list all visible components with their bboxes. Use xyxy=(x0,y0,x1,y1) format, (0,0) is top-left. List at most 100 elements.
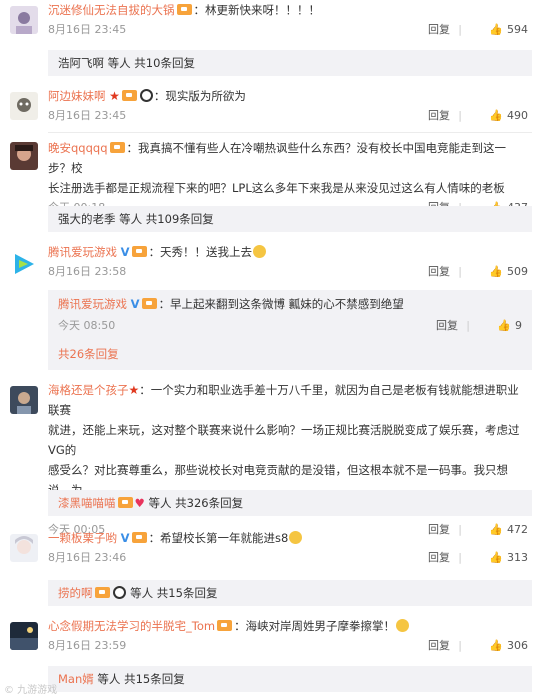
avatar[interactable] xyxy=(10,6,38,34)
vip-icon xyxy=(121,90,137,101)
emoji-icon xyxy=(253,245,267,258)
avatar[interactable] xyxy=(10,386,38,414)
reply-summary-box: Man婿 等人 共15条回复 xyxy=(48,666,532,692)
star-icon: ★ xyxy=(109,89,120,103)
vip-icon xyxy=(109,142,125,153)
meta-divider: | xyxy=(458,551,462,564)
avatar[interactable] xyxy=(10,250,38,278)
like-count: 9 xyxy=(515,319,522,332)
vip-icon xyxy=(131,246,147,257)
panda-icon xyxy=(112,586,126,599)
vip-icon xyxy=(94,587,110,598)
vip-icon xyxy=(131,532,147,543)
like-button[interactable]: 👍 490 xyxy=(489,106,528,126)
comment-username[interactable]: 一颗板栗子哟 xyxy=(48,531,117,545)
watermark: © 九游游戏 xyxy=(4,685,58,696)
reply-summary[interactable]: Man婿 等人 共15条回复 xyxy=(58,669,522,689)
reply-button[interactable]: 回复 xyxy=(428,106,450,126)
comment-meta: 8月16日 23:59 回复 | 👍 306 xyxy=(48,636,528,656)
panda-icon xyxy=(139,89,153,102)
like-button[interactable]: 👍 9 xyxy=(497,316,522,336)
verified-icon: V xyxy=(120,245,130,259)
like-count: 306 xyxy=(507,639,528,652)
reply-summary[interactable]: 强大的老季 等人 共109条回复 xyxy=(58,209,522,229)
reply-button[interactable]: 回复 xyxy=(428,548,450,568)
thumb-up-icon: 👍 xyxy=(489,109,503,122)
reply-summary[interactable]: 漆黑喵喵喵 ♥ 等人 共326条回复 xyxy=(58,493,522,513)
avatar[interactable] xyxy=(10,142,38,170)
comment-text-line: 就进，还能上来玩，这对整个联赛来说什么影响？一场正规比赛活脱脱变成了娱乐赛，考虑… xyxy=(48,423,520,457)
reply-summary[interactable]: 共26条回复 xyxy=(58,344,522,364)
comment-text: ：天秀！！送我上去 xyxy=(148,245,253,259)
vip-icon xyxy=(117,497,133,508)
thumb-up-icon: 👍 xyxy=(489,639,503,652)
vip-icon xyxy=(141,298,157,309)
reply-summary-user[interactable]: 捞的啊 xyxy=(58,586,93,600)
vip-icon xyxy=(176,4,192,15)
avatar[interactable] xyxy=(10,92,38,120)
comment-meta: 8月16日 23:46 回复 | 👍 313 xyxy=(48,548,528,568)
like-count: 313 xyxy=(507,551,528,564)
nested-username[interactable]: 腾讯爱玩游戏 xyxy=(58,297,127,311)
comment-text-line: 长注册选手都是正规流程下来的吧？LPL这么多年下来我是从来没见过这么有人情味的老… xyxy=(48,181,505,195)
star-icon: ★ xyxy=(128,383,140,397)
comment-time: 8月16日 23:45 xyxy=(48,23,127,36)
like-button[interactable]: 👍 594 xyxy=(489,20,528,40)
thumb-up-icon: 👍 xyxy=(489,265,503,278)
comment-time: 8月16日 23:45 xyxy=(48,109,127,122)
meta-divider: | xyxy=(458,109,462,122)
comment-username[interactable]: 腾讯爱玩游戏 xyxy=(48,245,117,259)
emoji-icon xyxy=(289,531,303,544)
meta-divider: | xyxy=(458,639,462,652)
reply-button[interactable]: 回复 xyxy=(436,316,458,336)
comment-time: 8月16日 23:58 xyxy=(48,265,127,278)
reply-button[interactable]: 回复 xyxy=(428,20,450,40)
reply-summary-box: 捞的啊 等人 共15条回复 xyxy=(48,580,532,606)
like-count: 490 xyxy=(507,109,528,122)
comment-meta: 8月16日 23:45 回复 | 👍 490 xyxy=(48,106,528,126)
comment-username[interactable]: 阿边妹妹啊 xyxy=(48,89,106,103)
vip-icon xyxy=(217,620,233,631)
like-count: 594 xyxy=(507,23,528,36)
comment-time: 8月16日 23:46 xyxy=(48,551,127,564)
nested-reply: 腾讯爱玩游戏 V ：早上起来翻到这条微博 瓤妹的心不禁感到绝望 xyxy=(58,294,522,314)
reply-summary-box: 强大的老季 等人 共109条回复 xyxy=(48,206,532,232)
comment-text: ：希望校长第一年就能进s8 xyxy=(148,531,289,545)
nested-reply-box: 腾讯爱玩游戏 V ：早上起来翻到这条微博 瓤妹的心不禁感到绝望 今天 08:50 … xyxy=(48,290,532,370)
reply-summary-box: 漆黑喵喵喵 ♥ 等人 共326条回复 xyxy=(48,490,532,516)
thumb-up-icon: 👍 xyxy=(489,551,503,564)
comment-time: 8月16日 23:59 xyxy=(48,639,127,652)
meta-divider: | xyxy=(458,265,462,278)
nested-meta: 今天 08:50 回复 | 👍 9 xyxy=(58,316,522,336)
divider xyxy=(48,132,532,133)
like-button[interactable]: 👍 306 xyxy=(489,636,528,656)
comment-username[interactable]: 沉迷修仙无法自拔的大锅 xyxy=(48,3,175,17)
like-button[interactable]: 👍 313 xyxy=(489,548,528,568)
nested-text: ：早上起来翻到这条微博 瓤妹的心不禁感到绝望 xyxy=(158,297,404,311)
like-count: 509 xyxy=(507,265,528,278)
thumb-up-icon: 👍 xyxy=(489,23,503,36)
comment-username[interactable]: 海格还是个孩子 xyxy=(48,383,129,397)
reply-button[interactable]: 回复 xyxy=(428,636,450,656)
comment-text: ：现实版为所欲为 xyxy=(153,89,246,103)
reply-summary[interactable]: 捞的啊 等人 共15条回复 xyxy=(58,583,522,603)
reply-summary-user[interactable]: Man婿 xyxy=(58,672,94,686)
reply-summary-user[interactable]: 漆黑喵喵喵 xyxy=(58,496,116,510)
like-button[interactable]: 👍 509 xyxy=(489,262,528,282)
reply-summary[interactable]: 浩阿飞啊 等人 共10条回复 xyxy=(58,53,522,73)
reply-summary-box: 浩阿飞啊 等人 共10条回复 xyxy=(48,50,532,76)
verified-icon: V xyxy=(130,297,140,311)
nested-time: 今天 08:50 xyxy=(58,319,116,332)
reply-button[interactable]: 回复 xyxy=(428,262,450,282)
thumb-up-icon: 👍 xyxy=(497,319,511,332)
comment-username[interactable]: 心念假期无法学习的半脱宅_Tom xyxy=(48,619,215,633)
avatar[interactable] xyxy=(10,534,38,562)
emoji-icon xyxy=(396,619,410,632)
verified-icon: V xyxy=(120,531,130,545)
avatar[interactable] xyxy=(10,622,38,650)
comment-meta: 8月16日 23:58 回复 | 👍 509 xyxy=(48,262,528,282)
comment-meta: 8月16日 23:45 回复 | 👍 594 xyxy=(48,20,528,40)
comment-username[interactable]: 晚安qqqqq xyxy=(48,141,108,155)
meta-divider: | xyxy=(466,319,470,332)
comment-text: ：海峡对岸周姓男子摩拳擦掌！ xyxy=(234,619,396,633)
